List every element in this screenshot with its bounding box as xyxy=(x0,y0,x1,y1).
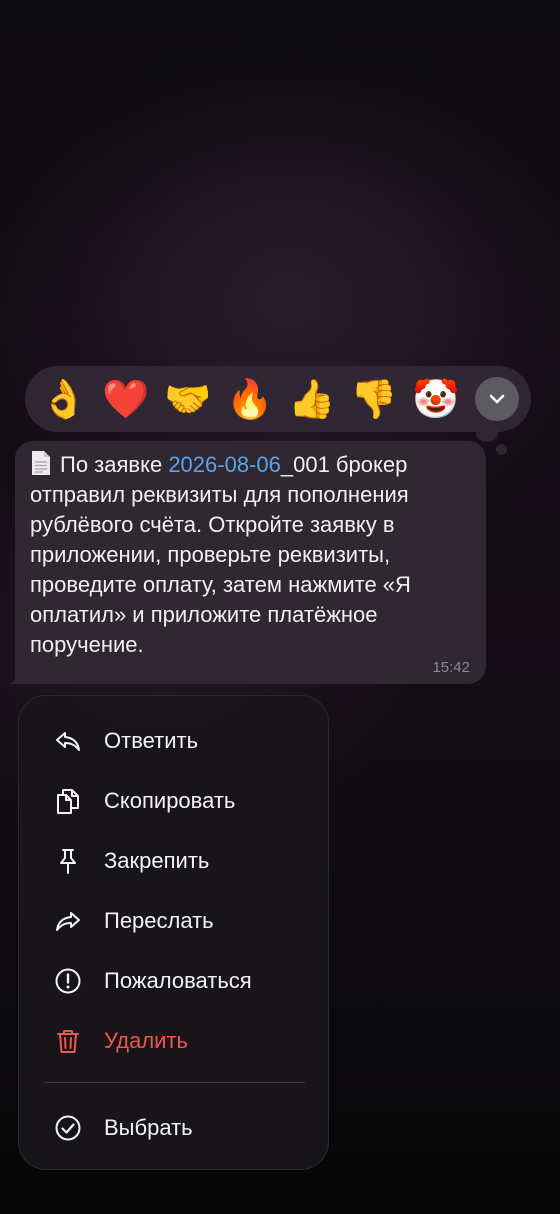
message-text-part: _001 брокер отправил реквизиты для попол… xyxy=(30,452,411,657)
menu-item-label: Закрепить xyxy=(104,848,210,873)
reaction-ok-hand[interactable]: 👌 xyxy=(33,366,95,432)
forward-icon xyxy=(53,906,83,936)
menu-item-report[interactable]: Пожаловаться xyxy=(19,953,328,1009)
menu-item-label: Скопировать xyxy=(104,788,236,813)
reactions-tail-dot xyxy=(476,424,498,442)
reaction-thumbs-down[interactable]: 👎 xyxy=(343,366,405,432)
reply-icon xyxy=(53,726,83,756)
menu-item-label: Переслать xyxy=(104,908,214,933)
reaction-thumbs-up[interactable]: 👍 xyxy=(281,366,343,432)
report-icon xyxy=(53,966,83,996)
check-circle-icon xyxy=(53,1113,83,1143)
message-text: По заявке 2026-08-06_001 брокер отправил… xyxy=(30,450,470,660)
document-icon xyxy=(32,451,50,475)
menu-item-pin[interactable]: Закрепить xyxy=(19,833,328,889)
reactions-bar: 👌 ❤️ 🤝 🔥 👍 👎 🤡 xyxy=(25,366,531,432)
message-bubble[interactable]: По заявке 2026-08-06_001 брокер отправил… xyxy=(15,441,486,684)
menu-item-label: Выбрать xyxy=(104,1115,193,1140)
menu-item-delete[interactable]: Удалить xyxy=(19,1013,328,1069)
reaction-handshake[interactable]: 🤝 xyxy=(157,366,219,432)
menu-item-forward[interactable]: Переслать xyxy=(19,893,328,949)
context-menu: Ответить Скопировать Закрепить Переслать… xyxy=(18,695,329,1170)
request-date-link[interactable]: 2026-08-06 xyxy=(168,452,281,477)
reactions-tail-dot-small xyxy=(496,444,507,455)
chevron-down-icon xyxy=(489,394,505,404)
trash-icon xyxy=(53,1026,83,1056)
pin-icon xyxy=(53,846,83,876)
message-text-part: По заявке xyxy=(60,452,169,477)
menu-divider xyxy=(44,1082,305,1083)
menu-item-label: Удалить xyxy=(104,1028,188,1053)
menu-item-copy[interactable]: Скопировать xyxy=(19,773,328,829)
reaction-heart[interactable]: ❤️ xyxy=(95,366,157,432)
reaction-fire[interactable]: 🔥 xyxy=(219,366,281,432)
expand-reactions-button[interactable] xyxy=(475,377,519,421)
reaction-clown[interactable]: 🤡 xyxy=(405,366,467,432)
copy-icon xyxy=(53,786,83,816)
message-time: 15:42 xyxy=(432,659,470,676)
menu-item-select[interactable]: Выбрать xyxy=(19,1100,328,1156)
menu-item-label: Ответить xyxy=(104,728,199,753)
menu-item-reply[interactable]: Ответить xyxy=(19,713,328,769)
menu-item-label: Пожаловаться xyxy=(104,968,252,993)
